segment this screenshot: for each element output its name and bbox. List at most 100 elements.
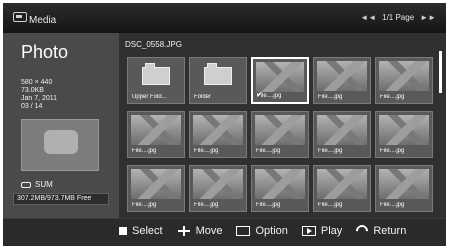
photo-tile[interactable]: File....jpg xyxy=(375,57,433,104)
photo-tile[interactable]: File....jpg xyxy=(127,111,185,158)
photo-tile[interactable]: File....jpg xyxy=(127,165,185,212)
tile-label: File....jpg xyxy=(132,202,157,208)
photo-thumbnail xyxy=(256,62,304,92)
photo-tile[interactable]: File....jpg xyxy=(251,111,309,158)
landscape-image xyxy=(317,169,367,199)
square-icon xyxy=(119,227,127,235)
option-icon xyxy=(236,226,251,236)
tile-label: File....jpg xyxy=(256,148,281,154)
keyguide-return[interactable]: Return xyxy=(353,222,407,240)
tile-label: File....jpg xyxy=(194,202,219,208)
photo-thumbnail xyxy=(193,169,243,199)
photo-date: Jan 7, 2011 xyxy=(21,95,58,102)
page-next-icon[interactable]: ►► xyxy=(420,13,436,22)
landscape-image xyxy=(131,169,181,199)
section-title: Photo xyxy=(21,42,69,62)
keyguide-label: Select xyxy=(132,225,163,237)
landscape-image xyxy=(193,169,243,199)
landscape-image xyxy=(131,115,181,145)
folder-tile[interactable]: Folder xyxy=(189,57,247,104)
photo-thumbnail xyxy=(131,169,181,199)
photo-thumbnail xyxy=(255,169,305,199)
scrollbar[interactable] xyxy=(439,51,442,93)
photo-thumbnail xyxy=(317,61,367,91)
tile-label: Folder xyxy=(194,94,212,100)
tile-label: Upper Fold... xyxy=(132,94,167,100)
play-icon xyxy=(301,226,316,236)
return-icon xyxy=(353,222,371,240)
photo-tile[interactable]: File....jpg xyxy=(189,111,247,158)
storage-info: 307.2MB/973.7MB Free xyxy=(13,193,109,205)
keyguide-label: Play xyxy=(320,225,343,237)
landscape-image xyxy=(379,61,429,91)
landscape-image xyxy=(317,115,367,145)
photo-tile[interactable]: File....jpg xyxy=(313,165,371,212)
tile-label: File....jpg xyxy=(132,148,157,154)
keyguide-label: Option xyxy=(255,225,288,237)
keyguide-select[interactable]: Select xyxy=(119,225,163,237)
thumbnail-grid: Upper Fold... Folder ✔ File....jpg File....j… xyxy=(127,57,433,217)
top-bar: Media ◄◄ 1/1 Page ►► xyxy=(3,3,446,33)
landscape-image xyxy=(193,115,243,145)
photo-thumbnail xyxy=(379,115,429,145)
key-guide-items: Select Move Option Play Return xyxy=(119,222,407,240)
photo-tile[interactable]: File....jpg xyxy=(313,57,371,104)
page-info-text: 1/1 Page xyxy=(382,13,415,22)
tile-label: File....jpg xyxy=(380,202,405,208)
landscape-image xyxy=(255,115,305,145)
photo-thumbnail xyxy=(255,115,305,145)
page-prev-icon[interactable]: ◄◄ xyxy=(360,13,376,22)
photo-thumbnail xyxy=(131,115,181,145)
photo-resolution: 580 × 440 xyxy=(21,79,53,86)
photo-meta: 580 × 440 73.0KB Jan 7, 2011 03 / 14 xyxy=(21,79,57,111)
landscape-image xyxy=(379,169,429,199)
keyguide-option[interactable]: Option xyxy=(236,225,288,237)
tile-label: File....jpg xyxy=(380,148,405,154)
device-name: SUM xyxy=(35,180,53,189)
photo-tile[interactable]: File....jpg xyxy=(375,111,433,158)
photo-thumbnail xyxy=(379,61,429,91)
keyguide-label: Move xyxy=(195,225,223,237)
keyguide-move[interactable]: Move xyxy=(177,225,223,237)
landscape-image xyxy=(379,115,429,145)
tile-label: File....jpg xyxy=(318,202,343,208)
photo-tile[interactable]: File....jpg xyxy=(189,165,247,212)
media-screen: Media ◄◄ 1/1 Page ►► Photo 580 × 440 73.… xyxy=(3,3,446,246)
key-guide: Select Move Option Play Return xyxy=(3,218,446,246)
photo-tile[interactable]: File....jpg xyxy=(313,111,371,158)
file-browser: DSC_0558.JPG Upper Fold... Folder ✔ File...… xyxy=(119,33,446,218)
camera-icon xyxy=(44,130,78,154)
folder-icon xyxy=(204,63,232,85)
tile-label: File....jpg xyxy=(256,202,281,208)
current-filename: DSC_0558.JPG xyxy=(125,40,182,49)
photo-tile[interactable]: File....jpg xyxy=(251,165,309,212)
photo-index: 03 / 14 xyxy=(21,103,43,110)
move-icon xyxy=(177,225,191,237)
landscape-image xyxy=(317,61,367,91)
info-panel: Photo 580 × 440 73.0KB Jan 7, 2011 03 / … xyxy=(3,33,119,218)
tile-label: File....jpg xyxy=(194,148,219,154)
media-brand: Media xyxy=(13,10,73,28)
tile-label: File....jpg xyxy=(257,93,282,99)
photo-preview xyxy=(21,119,99,171)
landscape-image xyxy=(256,62,304,92)
usb-icon xyxy=(21,181,31,188)
media-icon xyxy=(13,12,27,22)
media-label: Media xyxy=(29,15,57,26)
tile-label: File....jpg xyxy=(318,94,343,100)
landscape-image xyxy=(255,169,305,199)
photo-tile[interactable]: File....jpg xyxy=(375,165,433,212)
photo-thumbnail xyxy=(317,115,367,145)
folder-icon xyxy=(142,63,170,85)
tile-label: File....jpg xyxy=(380,94,405,100)
keyguide-play[interactable]: Play xyxy=(301,225,343,237)
page-indicator: ◄◄ 1/1 Page ►► xyxy=(360,13,436,22)
folder-tile[interactable]: Upper Fold... xyxy=(127,57,185,104)
photo-size: 73.0KB xyxy=(21,87,44,94)
device-label: SUM xyxy=(21,180,53,189)
photo-thumbnail xyxy=(193,115,243,145)
keyguide-label: Return xyxy=(373,225,407,237)
photo-tile[interactable]: ✔ File....jpg xyxy=(251,57,309,104)
photo-thumbnail xyxy=(317,169,367,199)
tile-label: File....jpg xyxy=(318,148,343,154)
